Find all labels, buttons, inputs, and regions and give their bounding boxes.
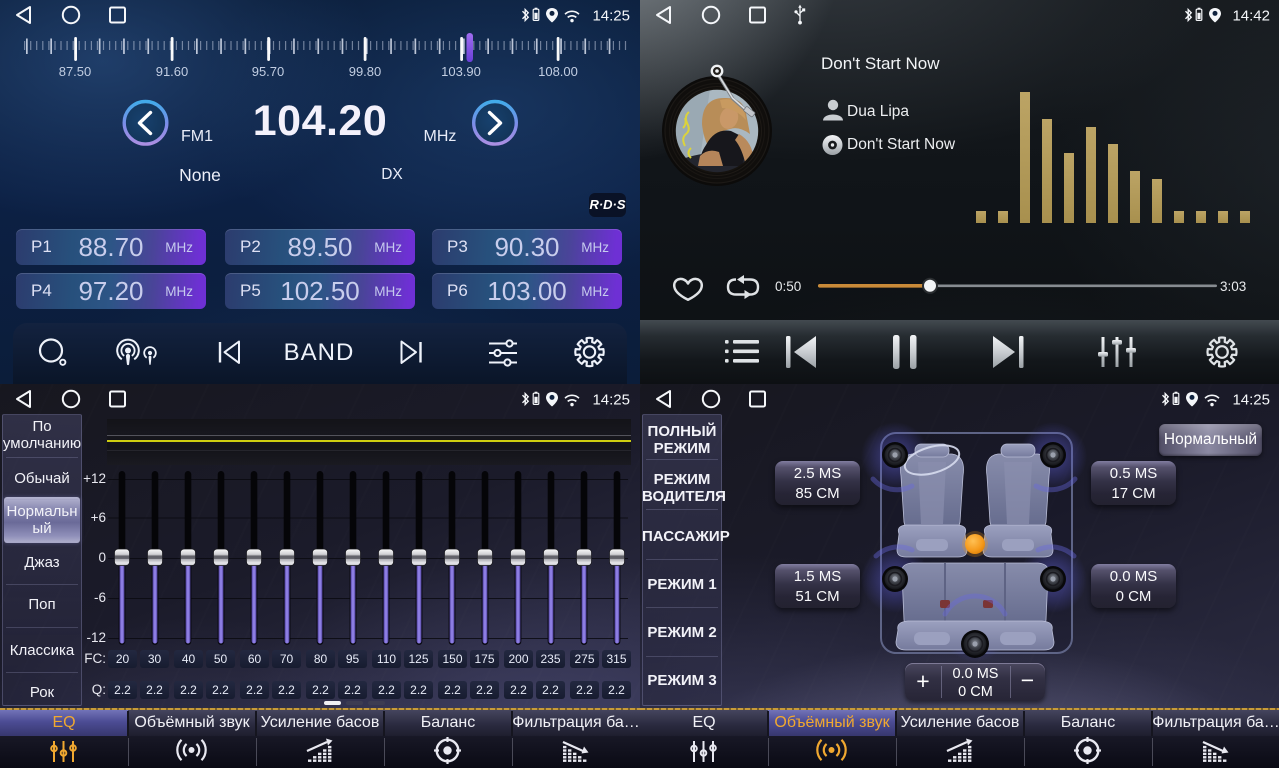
svg-text:BAND: BAND	[284, 339, 355, 366]
svg-text:14:25: 14:25	[592, 392, 630, 409]
svg-text:14:25: 14:25	[1232, 392, 1270, 409]
svg-text:14:42: 14:42	[1232, 8, 1270, 25]
svg-text:14:25: 14:25	[592, 8, 630, 25]
